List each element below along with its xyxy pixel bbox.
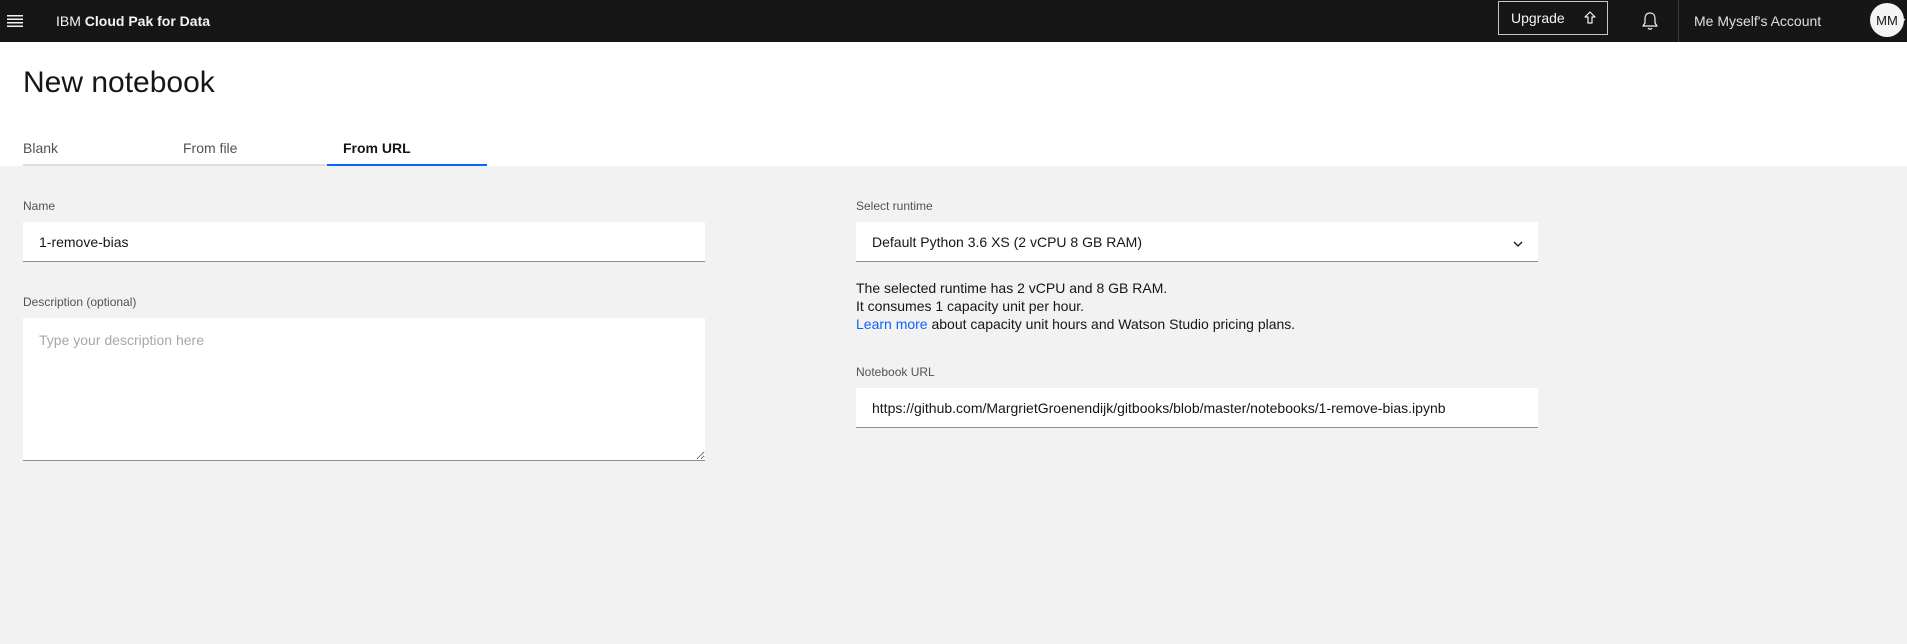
brand-logo[interactable]: IBM Cloud Pak for Data (56, 13, 210, 29)
notebook-url-field[interactable] (856, 388, 1538, 428)
hamburger-menu-icon[interactable] (0, 0, 30, 42)
tab-from-url[interactable]: From URL (327, 134, 487, 166)
page-header: New notebook Blank From file From URL (0, 42, 1907, 166)
brand-name: Cloud Pak for Data (84, 13, 211, 29)
runtime-value: Default Python 3.6 XS (2 vCPU 8 GB RAM) (872, 233, 1142, 250)
tab-list: Blank From file From URL (23, 134, 487, 166)
top-header: IBM Cloud Pak for Data Upgrade Me Myself… (0, 0, 1907, 42)
page-title: New notebook (23, 66, 215, 99)
upgrade-label: Upgrade (1511, 10, 1565, 26)
tab-blank[interactable]: Blank (23, 134, 163, 166)
learn-more-suffix: about capacity unit hours and Watson Stu… (927, 316, 1296, 332)
runtime-select[interactable]: Default Python 3.6 XS (2 vCPU 8 GB RAM) (856, 222, 1538, 262)
runtime-info-line2: It consumes 1 capacity unit per hour. (856, 298, 1085, 314)
description-label: Description (optional) (23, 295, 137, 309)
description-field[interactable] (23, 318, 705, 461)
account-label: Me Myself's Account (1694, 13, 1822, 29)
tab-from-file[interactable]: From file (163, 134, 327, 166)
notebook-url-label: Notebook URL (856, 365, 935, 379)
upgrade-arrow-icon (1583, 10, 1597, 29)
bell-icon[interactable] (1629, 0, 1671, 42)
learn-more-link[interactable]: Learn more (856, 316, 928, 332)
runtime-info-line1: The selected runtime has 2 vCPU and 8 GB… (856, 280, 1168, 296)
runtime-info-line3: Learn more about capacity unit hours and… (856, 315, 1295, 333)
runtime-label: Select runtime (856, 199, 933, 213)
upgrade-button[interactable]: Upgrade (1498, 1, 1608, 35)
name-field[interactable] (23, 222, 705, 262)
name-label: Name (23, 199, 56, 213)
brand-prefix: IBM (56, 13, 81, 29)
avatar[interactable]: MM (1870, 3, 1904, 37)
chevron-down-icon (1512, 237, 1524, 253)
runtime-info: The selected runtime has 2 vCPU and 8 GB… (856, 279, 1295, 333)
